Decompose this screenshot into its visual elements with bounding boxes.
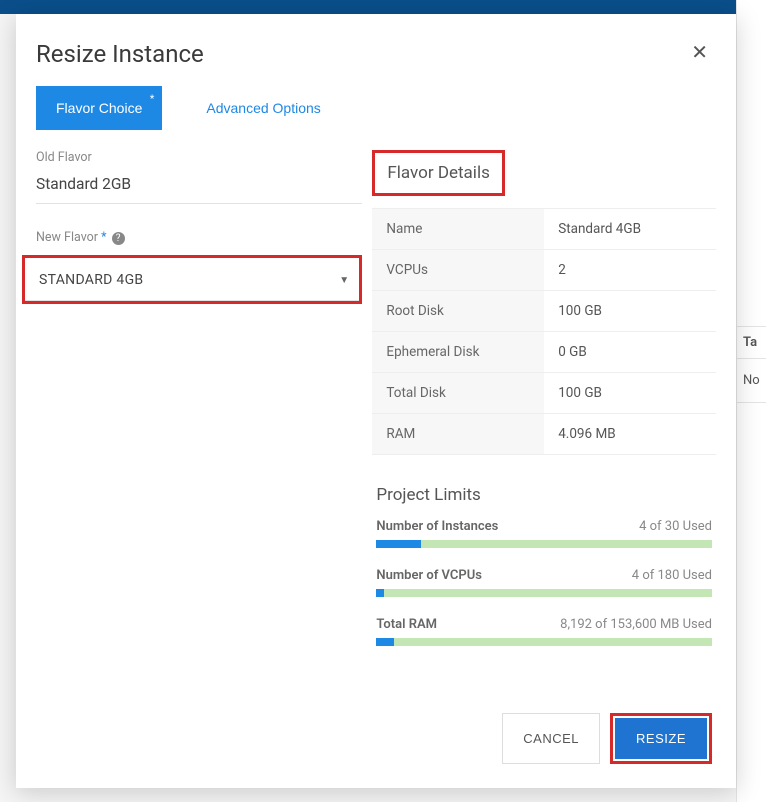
table-row: Root Disk 100 GB xyxy=(372,291,716,332)
modal-footer: CANCEL RESIZE xyxy=(16,691,736,788)
modal-title: Resize Instance xyxy=(36,40,204,68)
resize-instance-modal: Resize Instance ✕ Flavor Choice * Advanc… xyxy=(16,14,736,788)
detail-key: VCPUs xyxy=(372,250,544,290)
limit-label: Total RAM xyxy=(376,617,437,632)
detail-value: 4.096 MB xyxy=(544,414,716,454)
new-flavor-highlight-box: STANDARD 4GB ▼ xyxy=(22,255,362,304)
required-asterisk: * xyxy=(150,92,155,106)
progress-fill xyxy=(376,540,421,548)
detail-value: 2 xyxy=(544,250,716,290)
limit-used-text: 4 of 30 Used xyxy=(639,519,712,534)
resize-highlight-box: RESIZE xyxy=(610,713,712,764)
table-row: RAM 4.096 MB xyxy=(372,414,716,455)
limit-used-text: 4 of 180 Used xyxy=(632,568,712,583)
detail-key: Root Disk xyxy=(372,291,544,331)
table-row: Total Disk 100 GB xyxy=(372,373,716,414)
close-icon[interactable]: ✕ xyxy=(691,40,708,64)
new-flavor-label: New Flavor * ? xyxy=(36,230,125,245)
flavor-details-table: Name Standard 4GB VCPUs 2 Root Disk 100 … xyxy=(372,208,716,455)
limit-label: Number of VCPUs xyxy=(376,568,482,583)
tabs: Flavor Choice * Advanced Options xyxy=(16,86,736,130)
table-row: Name Standard 4GB xyxy=(372,209,716,250)
detail-value: 0 GB xyxy=(544,332,716,372)
help-icon[interactable]: ? xyxy=(112,232,125,245)
table-row: VCPUs 2 xyxy=(372,250,716,291)
progress-bar xyxy=(376,589,712,597)
limit-instances: Number of Instances 4 of 30 Used xyxy=(372,519,716,548)
tab-flavor-choice[interactable]: Flavor Choice * xyxy=(36,86,162,130)
backdrop-header-bar xyxy=(0,0,766,14)
detail-key: Total Disk xyxy=(372,373,544,413)
detail-key: Name xyxy=(372,209,544,249)
new-flavor-label-text: New Flavor xyxy=(36,230,98,245)
tab-advanced-options[interactable]: Advanced Options xyxy=(186,86,340,130)
new-flavor-dropdown[interactable]: STANDARD 4GB ▼ xyxy=(25,258,359,301)
detail-value: 100 GB xyxy=(544,373,716,413)
required-asterisk: * xyxy=(101,230,106,245)
left-column: Old Flavor Standard 2GB New Flavor * ? S… xyxy=(36,150,362,304)
progress-fill xyxy=(376,638,394,646)
cancel-button[interactable]: CANCEL xyxy=(502,713,600,764)
tab-label: Flavor Choice xyxy=(56,100,142,116)
modal-header: Resize Instance ✕ xyxy=(16,14,736,86)
limit-ram: Total RAM 8,192 of 153,600 MB Used xyxy=(372,617,716,646)
detail-key: RAM xyxy=(372,414,544,454)
old-flavor-value: Standard 2GB xyxy=(36,175,362,204)
project-limits-title: Project Limits xyxy=(376,485,716,505)
resize-button[interactable]: RESIZE xyxy=(615,718,707,759)
old-flavor-label: Old Flavor xyxy=(36,150,362,165)
table-row: Ephemeral Disk 0 GB xyxy=(372,332,716,373)
detail-key: Ephemeral Disk xyxy=(372,332,544,372)
detail-value: Standard 4GB xyxy=(544,209,716,249)
chevron-down-icon: ▼ xyxy=(339,275,349,286)
limit-used-text: 8,192 of 153,600 MB Used xyxy=(560,617,712,632)
right-column: Flavor Details Name Standard 4GB VCPUs 2… xyxy=(372,150,716,666)
limit-label: Number of Instances xyxy=(376,519,498,534)
detail-value: 100 GB xyxy=(544,291,716,331)
limit-vcpus: Number of VCPUs 4 of 180 Used xyxy=(372,568,716,597)
modal-body: Old Flavor Standard 2GB New Flavor * ? S… xyxy=(16,130,736,691)
backdrop-cell: No xyxy=(737,359,766,403)
backdrop-side-panel: Ta No xyxy=(736,0,766,802)
progress-bar xyxy=(376,638,712,646)
backdrop-column-header: Ta xyxy=(737,326,766,359)
dropdown-selected-value: STANDARD 4GB xyxy=(39,272,143,288)
progress-bar xyxy=(376,540,712,548)
flavor-details-title: Flavor Details xyxy=(372,150,504,196)
progress-fill xyxy=(376,589,383,597)
